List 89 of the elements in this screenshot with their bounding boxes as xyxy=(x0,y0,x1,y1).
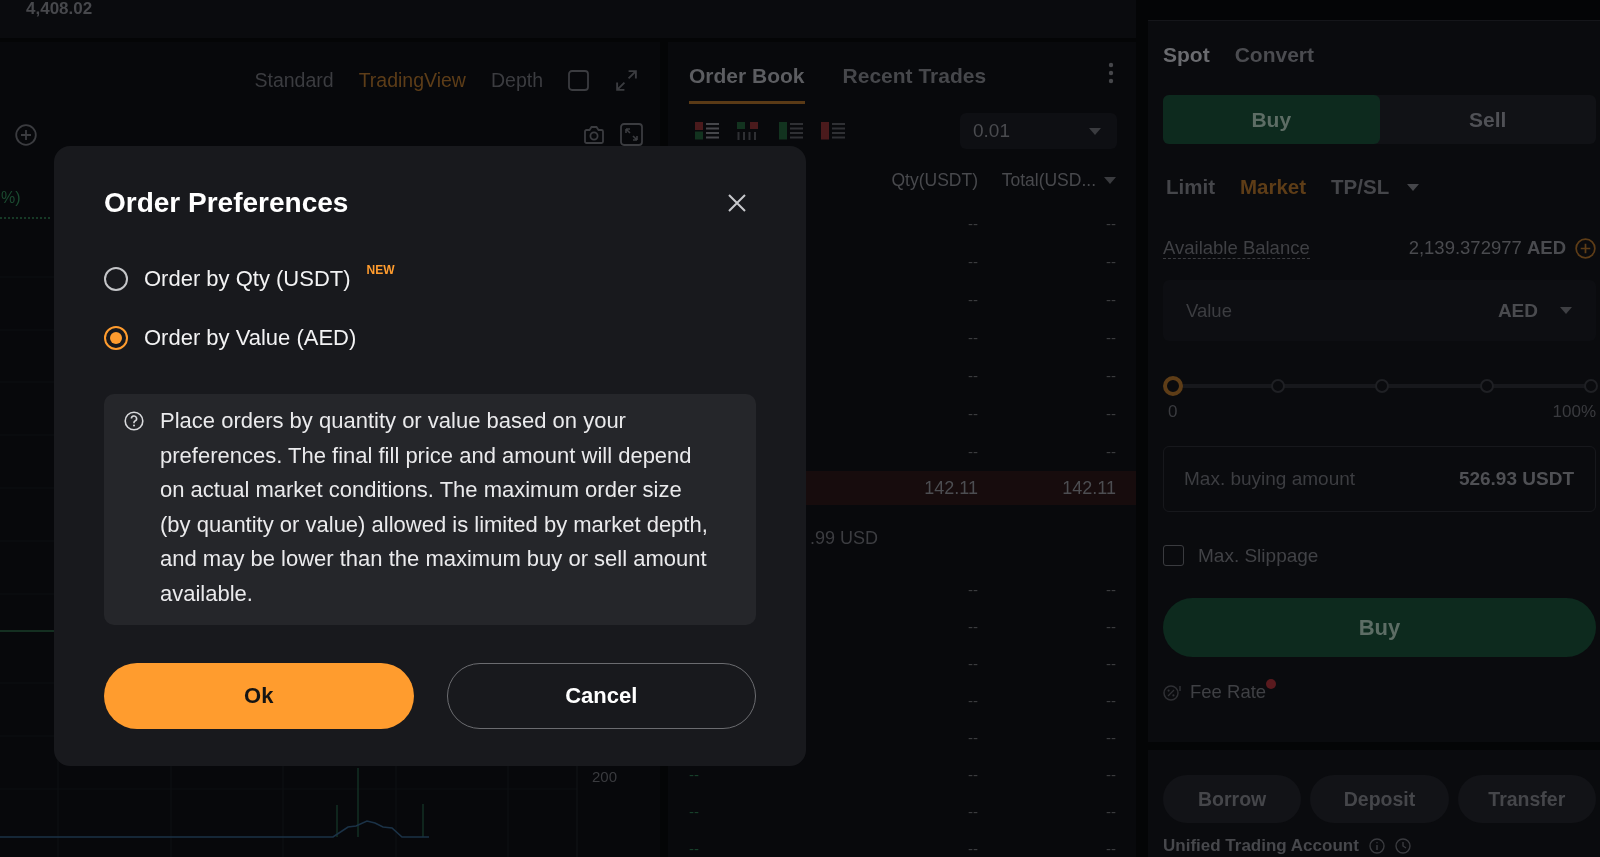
bid-total: -- xyxy=(1106,840,1116,857)
side-button[interactable]: Buy xyxy=(1163,95,1380,144)
mode-tab[interactable]: Convert xyxy=(1234,43,1314,67)
expand-icon[interactable] xyxy=(614,67,639,93)
price-line xyxy=(0,630,55,632)
order-type-dropdown[interactable]: TP/SL xyxy=(1331,175,1420,199)
caret-icon xyxy=(1089,127,1101,135)
bid-total: -- xyxy=(1106,803,1116,820)
chart-view-tab[interactable]: TradingView xyxy=(358,68,466,92)
column-header: Qty(USDT) xyxy=(891,169,978,191)
order-book-layout-icon[interactable] xyxy=(779,122,803,140)
caret-icon xyxy=(1104,176,1116,184)
percent-circle-icon xyxy=(1163,683,1182,701)
bid-total: -- xyxy=(1106,692,1116,709)
new-label: NEW xyxy=(366,264,395,276)
order-book-layout-icon[interactable] xyxy=(737,122,761,140)
ask-qty: -- xyxy=(968,368,978,384)
more-icon[interactable] xyxy=(1108,62,1114,84)
bid-qty: -- xyxy=(968,692,978,709)
ask-qty: -- xyxy=(968,406,978,422)
info-icon[interactable] xyxy=(1368,838,1385,854)
slippage-checkbox[interactable] xyxy=(1163,545,1184,566)
ask-total: -- xyxy=(1106,444,1116,460)
bid-total: -- xyxy=(1106,655,1116,672)
ticker-price: 4,408.02 xyxy=(26,0,93,17)
fullscreen-icon[interactable] xyxy=(620,123,643,146)
bid-qty: -- xyxy=(968,729,978,746)
ask-total: -- xyxy=(1106,330,1116,346)
bid-qty: -- xyxy=(968,766,978,783)
ask-total: -- xyxy=(1106,406,1116,422)
bid-qty: -- xyxy=(968,581,978,598)
plus-circle-icon[interactable] xyxy=(15,123,37,146)
ask-qty: -- xyxy=(968,292,978,308)
mode-tab[interactable]: Spot xyxy=(1163,43,1210,67)
square-icon[interactable] xyxy=(568,69,589,91)
bid-total: -- xyxy=(1106,618,1116,635)
order-book-tab[interactable]: Recent Trades xyxy=(842,42,987,104)
ask-total: -- xyxy=(1106,292,1116,308)
bid-qty: -- xyxy=(968,840,978,857)
ask-qty: 142.11 xyxy=(924,477,978,499)
price-level-line xyxy=(0,217,53,219)
ask-total: 142.11 xyxy=(1062,477,1116,499)
bid-price: -- xyxy=(689,766,699,783)
chart-legend-text: %) xyxy=(1,189,21,206)
ask-total: -- xyxy=(1106,368,1116,384)
slider-thumb[interactable] xyxy=(1163,376,1183,396)
ok-button[interactable]: Ok xyxy=(104,662,414,729)
slider-track[interactable] xyxy=(1163,376,1596,396)
slippage-label: Max. Slippage xyxy=(1198,544,1319,567)
radio-button[interactable] xyxy=(104,267,128,291)
ask-qty: -- xyxy=(968,330,978,346)
bid-qty: -- xyxy=(968,618,978,635)
bid-qty: -- xyxy=(968,655,978,672)
ask-qty: -- xyxy=(968,444,978,460)
bid-price: -- xyxy=(689,803,699,820)
radio-button[interactable] xyxy=(104,326,128,350)
bid-qty: -- xyxy=(968,803,978,820)
help-icon xyxy=(124,411,144,431)
account-title: Unified Trading Account xyxy=(1163,837,1359,855)
radio-label[interactable]: Order by Qty (USDT) xyxy=(144,266,351,292)
dialog-title: Order Preferences xyxy=(104,188,349,218)
bid-total: -- xyxy=(1106,729,1116,746)
bid-total: -- xyxy=(1106,581,1116,598)
column-header[interactable]: Total(USD... xyxy=(1001,169,1096,191)
currency-dropdown[interactable]: AED xyxy=(1497,299,1572,322)
clock-icon[interactable] xyxy=(1394,838,1411,854)
order-book-layout-icon[interactable] xyxy=(695,122,719,140)
max-buy-value: 526.93 USDT xyxy=(1458,468,1574,490)
order-type-tab[interactable]: Limit xyxy=(1166,175,1215,199)
order-book-tab[interactable]: Order Book xyxy=(689,42,805,104)
ask-total: -- xyxy=(1106,254,1116,270)
info-text: Place orders by quantity or value based on your preferences. The final fill price and amount will depend on actual market conditions. The maximum order size (by quantity or value) allowed is limited by market depth, and may be lower than the maximum buy or sell amount available. xyxy=(160,407,709,608)
ask-total: -- xyxy=(1106,216,1116,232)
caret-icon xyxy=(1407,183,1420,191)
order-book-layout-icon[interactable] xyxy=(821,122,845,140)
close-icon[interactable] xyxy=(727,193,747,213)
ask-qty: -- xyxy=(968,254,978,270)
camera-icon[interactable] xyxy=(583,124,605,145)
order-type-tab[interactable]: Market xyxy=(1239,175,1307,199)
caret-icon xyxy=(1560,307,1572,314)
bid-price: -- xyxy=(689,840,699,857)
ask-qty: -- xyxy=(968,216,978,232)
plus-circle-icon[interactable] xyxy=(1575,237,1596,259)
precision-dropdown[interactable]: 0.01 xyxy=(960,113,1117,149)
bid-total: -- xyxy=(1106,766,1116,783)
radio-label[interactable]: Order by Value (AED) xyxy=(144,325,357,351)
side-button[interactable]: Sell xyxy=(1379,95,1596,144)
buy-button[interactable]: Buy xyxy=(1163,598,1596,657)
balance-value: 2,139.372977 AED xyxy=(1408,237,1566,259)
